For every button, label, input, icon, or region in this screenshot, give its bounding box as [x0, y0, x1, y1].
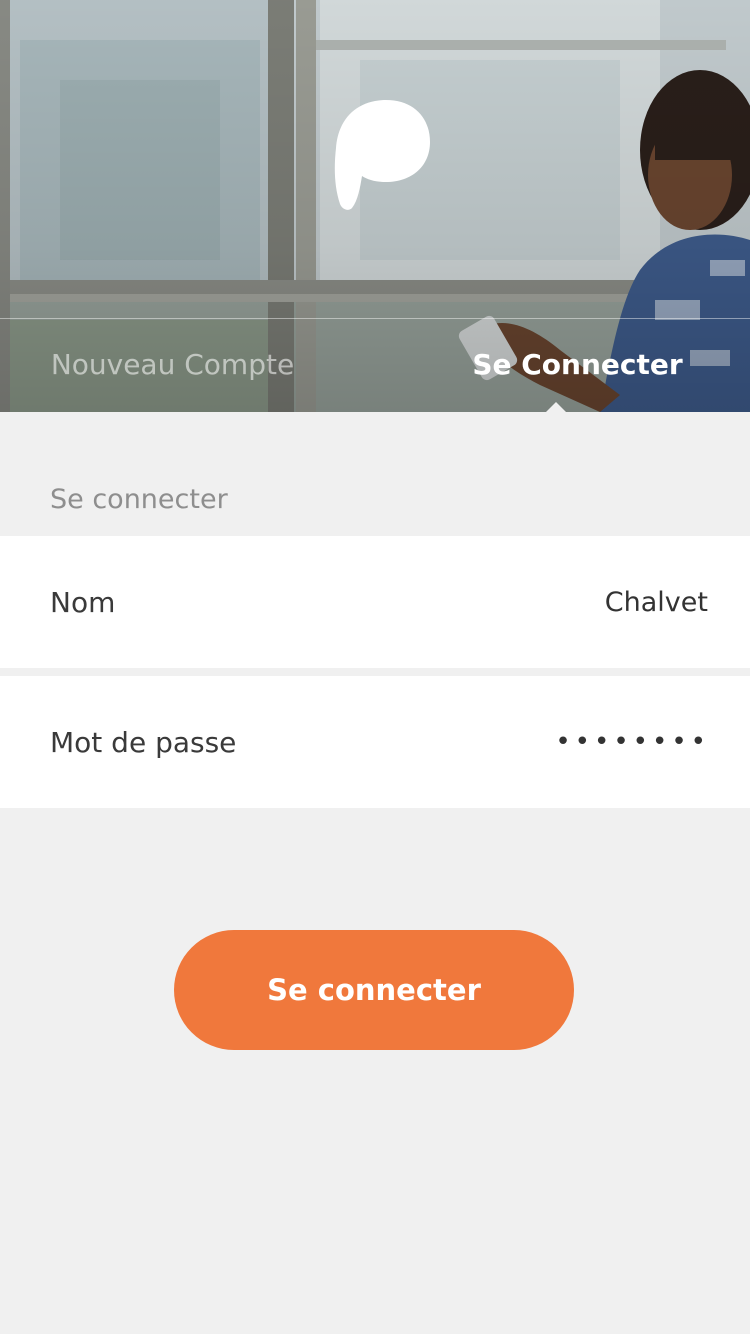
name-label: Nom	[50, 585, 116, 619]
login-button[interactable]: Se connecter	[174, 930, 574, 1050]
tab-login[interactable]: Se Connecter	[375, 319, 750, 412]
section-title: Se connecter	[50, 484, 228, 515]
speech-bubble-logo-icon	[334, 100, 430, 210]
login-screen: Nouveau Compte Se Connecter Se connecter…	[0, 0, 750, 1334]
password-row[interactable]: Mot de passe ••••••••	[0, 676, 750, 808]
name-row[interactable]: Nom	[0, 536, 750, 668]
tab-new-account[interactable]: Nouveau Compte	[0, 319, 375, 412]
active-tab-indicator	[546, 402, 566, 412]
auth-tabs: Nouveau Compte Se Connecter	[0, 319, 750, 412]
password-input[interactable]: ••••••••	[390, 727, 710, 757]
password-label: Mot de passe	[50, 725, 237, 759]
name-input[interactable]	[390, 585, 710, 619]
hero-banner: Nouveau Compte Se Connecter	[0, 0, 750, 412]
